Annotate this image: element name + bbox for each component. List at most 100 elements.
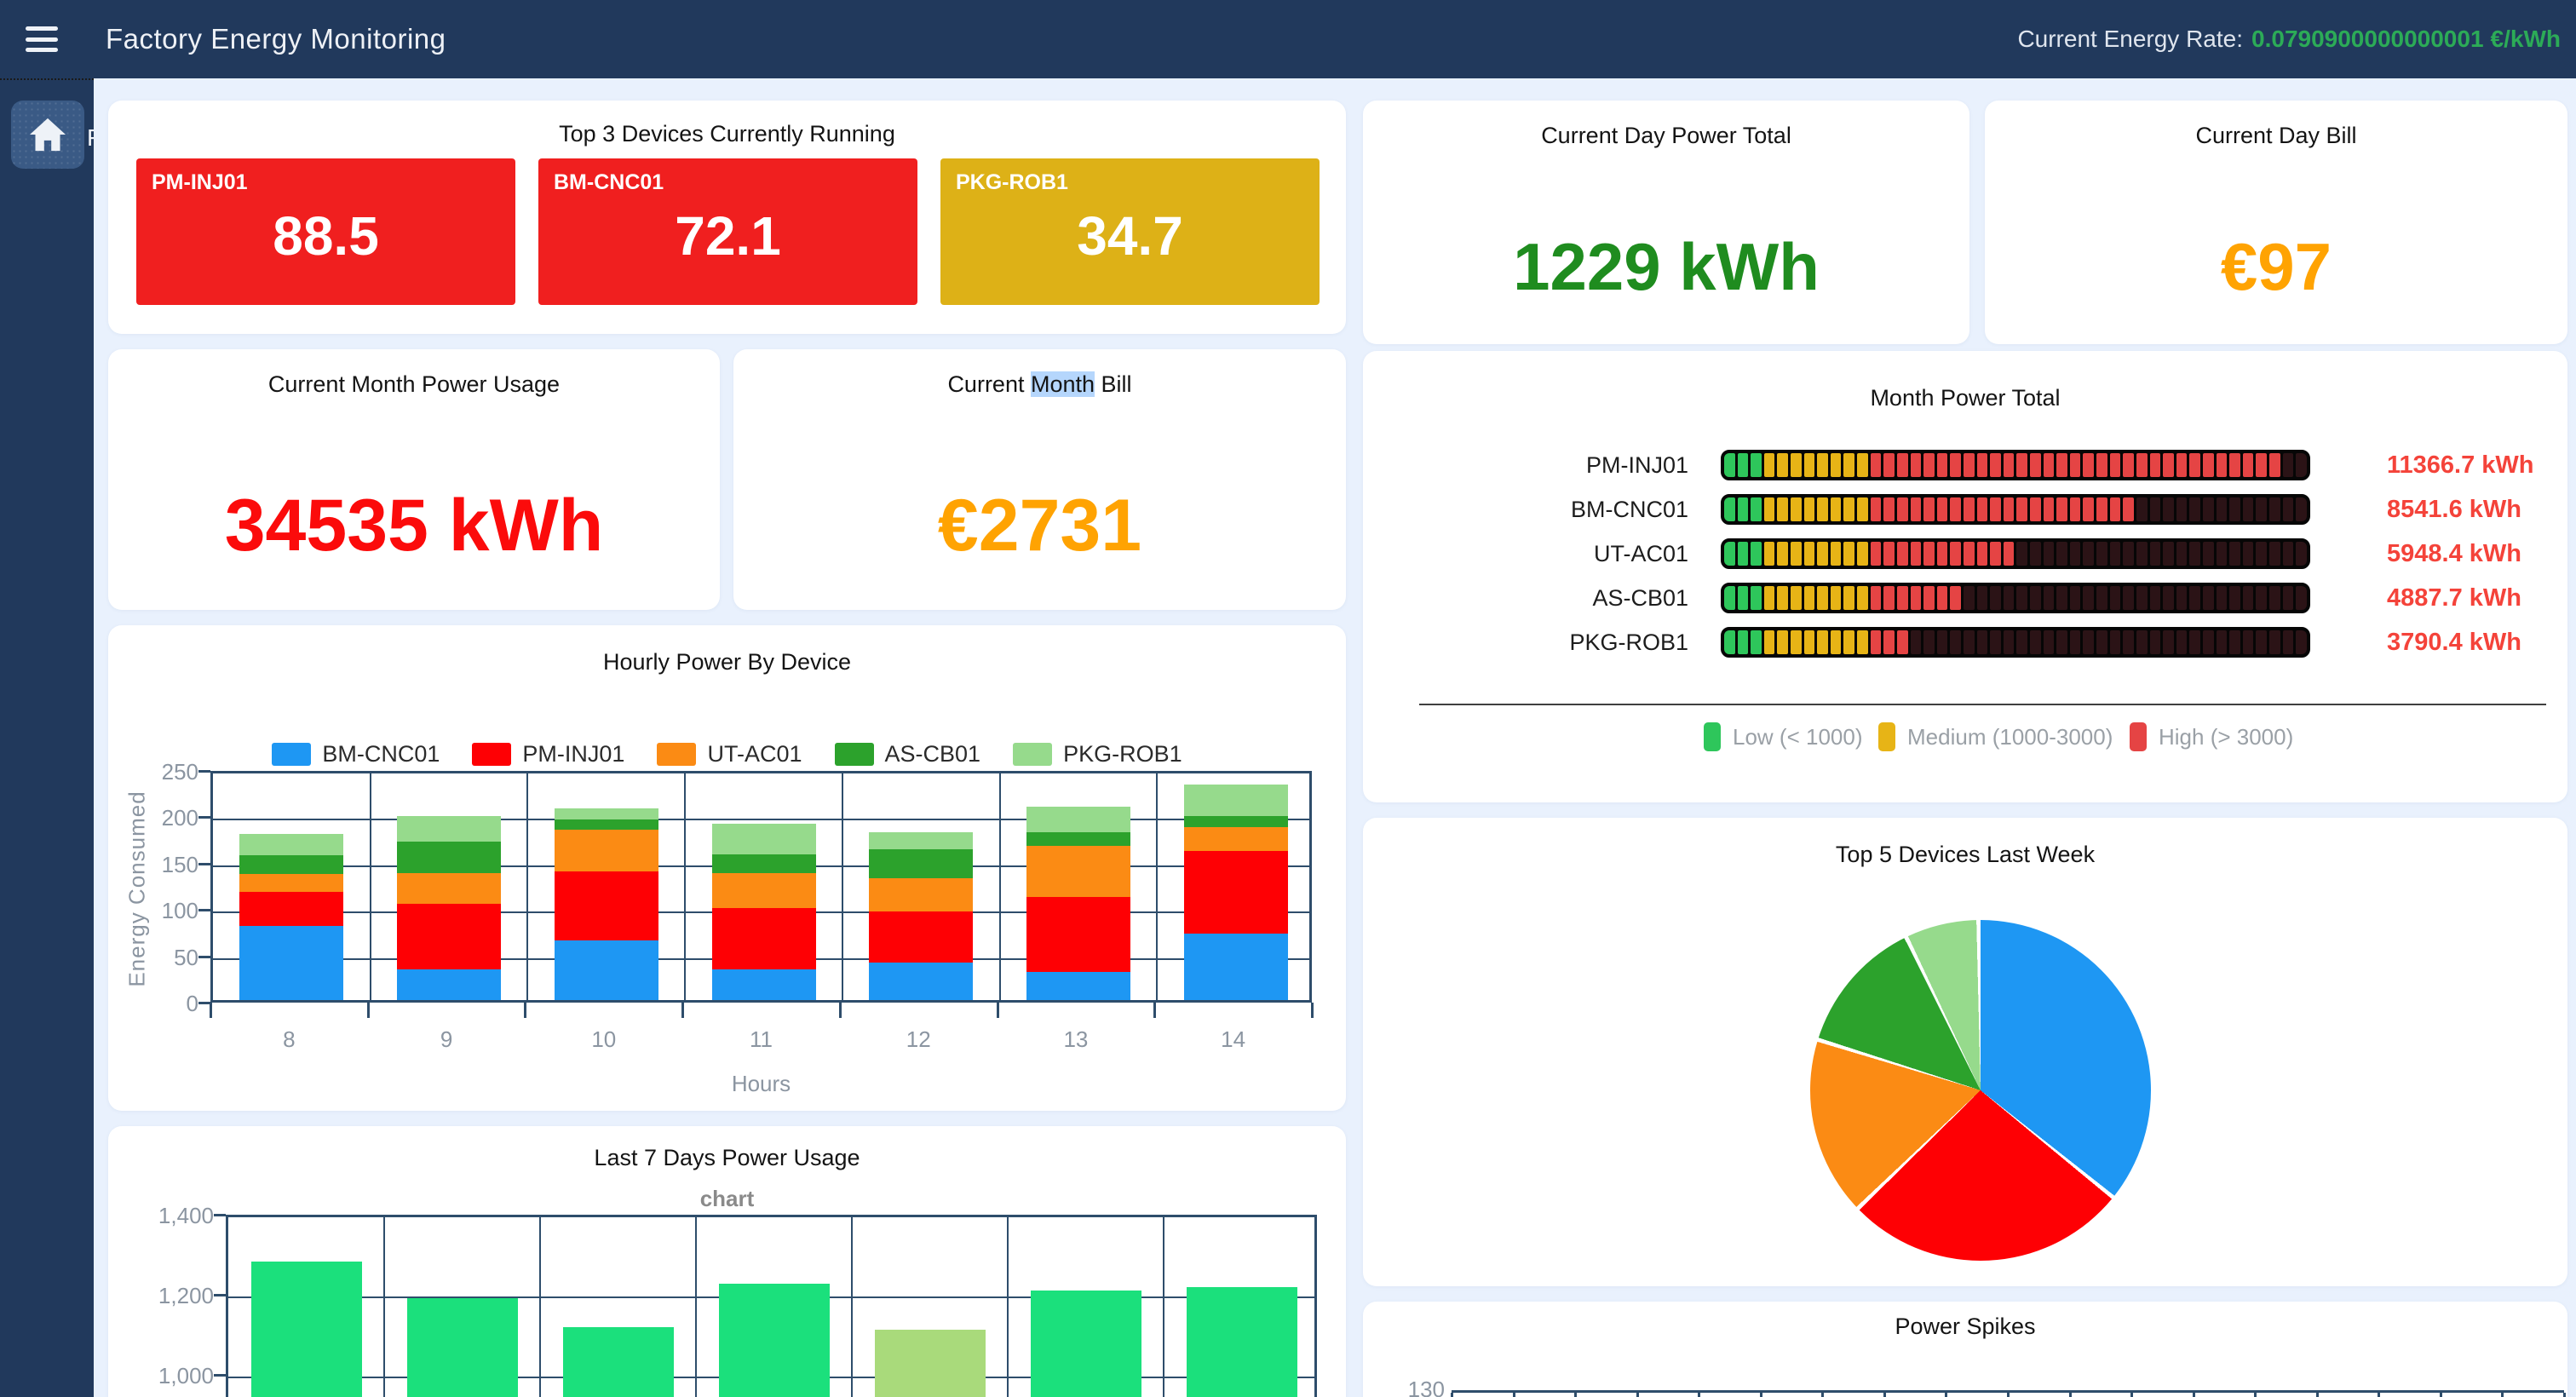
day-bill-card: Current Day Bill €97 [1985, 101, 2567, 344]
gauge-segment [2256, 630, 2267, 654]
gauge-segment [2030, 497, 2041, 521]
gauge-segment [2189, 586, 2200, 610]
last7-bar [875, 1330, 986, 1397]
month-total-title: Month Power Total [1363, 351, 2567, 411]
month-total-card: Month Power Total PM-INJ0111366.7 kWhBM-… [1363, 351, 2567, 802]
gauge-segment [1990, 630, 2001, 654]
gauge-segment [1817, 586, 1828, 610]
gauge-segment [2229, 453, 2240, 477]
gauge-segment [2217, 497, 2228, 521]
hourly-legend-item: AS-CB01 [835, 741, 981, 767]
last7-bar [563, 1327, 674, 1397]
last7-ytick [214, 1214, 226, 1216]
gauge-segment [2070, 497, 2081, 521]
gauge-bar [1721, 583, 2310, 613]
spikes-xtick [2007, 1393, 2010, 1397]
gauge-segment [2110, 630, 2121, 654]
gauge-segment [2256, 586, 2267, 610]
last7-bar [1031, 1291, 1141, 1397]
stacked-bar-BM-CNC01 [397, 969, 501, 1000]
page-title: Factory Energy Monitoring [106, 23, 446, 55]
gauge-segment [1883, 497, 1895, 521]
gauge-segment [2243, 630, 2254, 654]
menu-icon[interactable] [26, 26, 58, 52]
gauge-segment [1738, 453, 1749, 477]
gauge-segment [1804, 497, 1815, 521]
gauge-segment [2243, 586, 2254, 610]
factory-energy-dashboard: Factory Energy Monitoring Current Energy… [0, 0, 2576, 1397]
legend-swatch-icon [1704, 722, 1721, 751]
spikes-xtick [2254, 1393, 2257, 1397]
gauge-segment [2016, 497, 2027, 521]
gauge-segment [2044, 542, 2055, 566]
gauge-segment [1791, 630, 1802, 654]
gauge-segment [2243, 453, 2254, 477]
last7-ytick [214, 1374, 226, 1377]
gauge-segment [1871, 586, 1882, 610]
hourly-ytick [198, 956, 210, 958]
hourly-xtick [367, 1003, 370, 1018]
hourly-stacked-bar-chart: BM-CNC01PM-INJ01UT-AC01AS-CB01PKG-ROB105… [108, 625, 1346, 1111]
gauge-segment [2283, 453, 2294, 477]
gauge-segment [1977, 542, 1988, 566]
gauge-segment [2256, 497, 2267, 521]
stacked-bar-BM-CNC01 [712, 969, 816, 1000]
gauge-segment [1843, 453, 1854, 477]
gauge-segment [1751, 586, 1762, 610]
gauge-segment [1964, 497, 1975, 521]
hourly-xtick [210, 1003, 212, 1018]
gridline-v [695, 1217, 697, 1397]
gauge-segment [2070, 586, 2081, 610]
gauge-segment [1937, 542, 1948, 566]
gauge-segment [1724, 542, 1735, 566]
gauge-segment [2283, 497, 2294, 521]
gauge-segment [2044, 453, 2055, 477]
gauge-segment [1857, 542, 1868, 566]
gauge-segment [1897, 453, 1908, 477]
gauge-segment [2176, 497, 2188, 521]
device-tile-label: PM-INJ01 [152, 170, 248, 195]
month-bill-title-post: Bill [1095, 371, 1132, 397]
gauge-segment [1911, 586, 1922, 610]
spikes-xtick [1451, 1393, 1453, 1397]
hourly-ytick-label: 100 [108, 898, 198, 924]
gauge-segment [1964, 630, 1975, 654]
hourly-legend-item: BM-CNC01 [272, 741, 440, 767]
gauge-segment [2269, 630, 2280, 654]
legend-swatch-icon [272, 743, 311, 766]
month-usage-card: Current Month Power Usage 34535 kWh [108, 349, 720, 610]
gauge-row-PM-INJ01: PM-INJ0111366.7 kWh [1363, 450, 2567, 480]
hourly-xtick [1153, 1003, 1156, 1018]
legend-swatch-icon [1878, 722, 1895, 751]
gauge-segment [2229, 630, 2240, 654]
hourly-legend: BM-CNC01PM-INJ01UT-AC01AS-CB01PKG-ROB1 [108, 741, 1346, 767]
gauge-segment [1817, 630, 1828, 654]
hourly-xtick [681, 1003, 684, 1018]
gauge-segment [1764, 453, 1775, 477]
gauge-segment [2096, 630, 2107, 654]
spikes-xtick [1636, 1393, 1639, 1397]
gauge-segment [1871, 542, 1882, 566]
hourly-legend-label: PKG-ROB1 [1063, 741, 1182, 767]
device-tile-value: 34.7 [940, 204, 1320, 267]
gauge-segment [2044, 630, 2055, 654]
gauge-segment [1738, 630, 1749, 654]
gauge-segment [2110, 542, 2121, 566]
hourly-ytick-label: 150 [108, 852, 198, 878]
spikes-xtick [2193, 1393, 2195, 1397]
gauge-segment [2016, 630, 2027, 654]
hourly-legend-item: PKG-ROB1 [1013, 741, 1182, 767]
gridline-v [526, 773, 528, 1000]
gauge-segment [1964, 542, 1975, 566]
hourly-ytick-label: 50 [108, 945, 198, 971]
last7-ytick-label: 1,400 [108, 1203, 214, 1229]
gauge-segment [2004, 542, 2015, 566]
gauge-segment [2056, 586, 2067, 610]
gauge-bar [1721, 494, 2310, 525]
gauge-segment [2004, 453, 2015, 477]
gauge-segment [1897, 497, 1908, 521]
home-button[interactable] [11, 101, 84, 169]
hourly-ytick-label: 200 [108, 805, 198, 831]
gauge-segment [2217, 586, 2228, 610]
gauge-segment [2296, 542, 2307, 566]
